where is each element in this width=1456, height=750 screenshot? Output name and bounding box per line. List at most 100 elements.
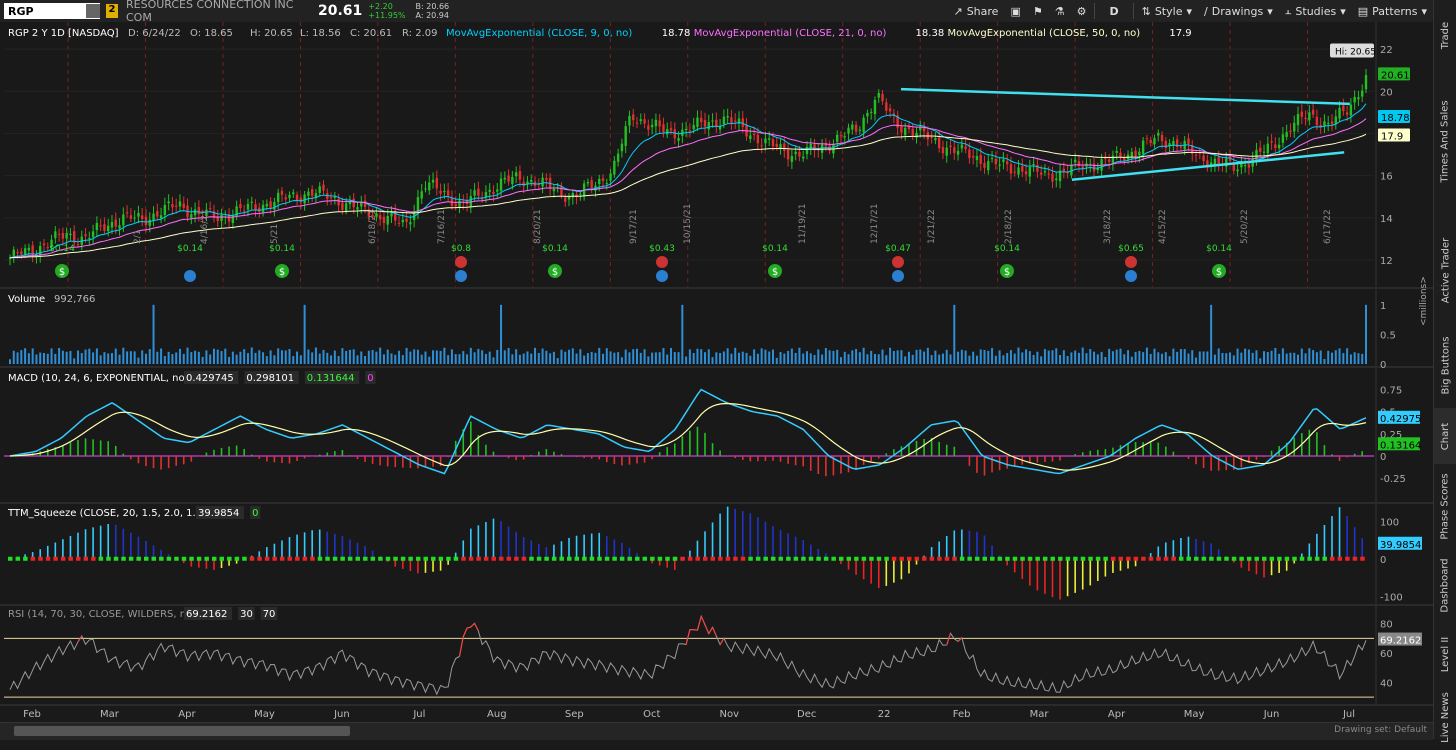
candle-body [353, 199, 355, 207]
period-button[interactable]: D [1097, 5, 1130, 18]
link-badge[interactable]: 2 [106, 4, 118, 18]
sidebar-tab-times-and-sales[interactable]: Times And Sales [1434, 66, 1456, 216]
candle-body [794, 152, 796, 154]
info-icon[interactable] [455, 270, 467, 282]
earnings-icon[interactable] [656, 256, 668, 268]
screenshot-button[interactable]: ▣ [1004, 5, 1026, 18]
volume-bar [1033, 355, 1035, 364]
squeeze-dot [1194, 557, 1199, 561]
studies-button[interactable]: ⫠Studies▾ [1279, 4, 1352, 18]
symbol-dropdown-icon[interactable] [86, 4, 100, 18]
candle-body [507, 176, 509, 182]
info-icon[interactable] [1125, 270, 1137, 282]
style-button[interactable]: ⇅Style▾ [1136, 5, 1198, 18]
price-change: +2.20 [368, 2, 405, 11]
volume-bar [923, 352, 925, 364]
candle-body [1346, 112, 1348, 114]
candle-body [149, 220, 151, 226]
squeeze-value: 39.9854 [198, 508, 239, 519]
sidebar-tab-trade[interactable]: Trade [1434, 4, 1456, 66]
candle-body [677, 138, 679, 141]
volume-bar [1225, 353, 1227, 364]
share-label: Share [967, 5, 999, 18]
patterns-button[interactable]: ▤Patterns▾ [1352, 5, 1433, 18]
volume-bar [183, 354, 185, 364]
dividend-label: $0.14 [177, 244, 203, 254]
squeeze-bar [85, 529, 87, 558]
info-icon[interactable] [656, 270, 668, 282]
candle-body [624, 126, 626, 146]
rsi-tick: 40 [1380, 678, 1393, 689]
flag-icon: ⚑ [1033, 5, 1043, 18]
candle-body [602, 178, 604, 181]
squeeze-bar [138, 537, 140, 559]
volume-bar [662, 348, 664, 364]
volume-bar [651, 353, 653, 364]
volume-bar [69, 351, 71, 364]
candle-body [987, 161, 989, 170]
squeeze-dot [627, 557, 632, 561]
bottom-scrollbar[interactable]: Drawing set: Default [0, 722, 1433, 740]
macd-histogram-bar [848, 456, 850, 472]
candle-body [1010, 164, 1012, 173]
macd-histogram-bar [561, 454, 563, 456]
scrollbar-thumb[interactable] [14, 726, 350, 736]
candle-body [43, 244, 45, 245]
squeeze-dot [1171, 557, 1176, 561]
candle-body [670, 128, 672, 130]
macd-histogram-bar [1120, 445, 1122, 456]
info-icon[interactable] [892, 270, 904, 282]
settings-button[interactable]: ⚙ [1071, 5, 1093, 18]
volume-bar [538, 353, 540, 364]
info-icon[interactable] [184, 270, 196, 282]
flask-button[interactable]: ⚗ [1049, 5, 1071, 18]
squeeze-dot [537, 557, 542, 561]
macd-histogram-bar [243, 449, 245, 456]
sidebar-tab-level-ii[interactable]: Level II [1434, 624, 1456, 684]
drawing-set-status[interactable]: Drawing set: Default [1334, 725, 1427, 735]
candle-body [292, 192, 294, 194]
candle-body [190, 214, 192, 218]
volume-bar [545, 351, 547, 364]
volume-bar [1006, 353, 1008, 364]
squeeze-dot [733, 557, 738, 561]
volume-bar [1240, 353, 1242, 364]
dividend-label: $0.14 [269, 244, 295, 254]
sidebar-tab-phase-scores[interactable]: Phase Scores [1434, 466, 1456, 546]
sidebar-tab-chart[interactable]: Chart [1434, 408, 1456, 464]
earnings-icon[interactable] [1125, 256, 1137, 268]
candle-body [28, 248, 30, 251]
sidebar-tab-active-trader[interactable]: Active Trader [1434, 220, 1456, 320]
squeeze-dot [575, 557, 580, 561]
volume-bar [187, 348, 189, 364]
volume-bar [950, 354, 952, 364]
earnings-icon[interactable] [455, 256, 467, 268]
macd-histogram-bar [266, 456, 268, 461]
drawings-button[interactable]: ∕Drawings▾ [1198, 5, 1279, 18]
squeeze-bar [893, 559, 895, 583]
candle-body [1267, 144, 1269, 154]
volume-bar [984, 350, 986, 364]
squeeze-dot [1149, 557, 1154, 561]
sidebar-tab-dashboard[interactable]: Dashboard [1434, 549, 1456, 621]
study-value: 17.9 [1169, 28, 1191, 39]
volume-bar [715, 352, 717, 364]
squeeze-dot [1209, 557, 1214, 561]
candle-body [768, 138, 770, 139]
squeeze-dot [643, 557, 648, 561]
flag-button[interactable]: ⚑ [1027, 5, 1049, 18]
share-button[interactable]: ↗Share [947, 5, 1004, 18]
squeeze-bar [1074, 559, 1076, 593]
squeeze-dot [1020, 557, 1025, 561]
earnings-icon[interactable] [892, 256, 904, 268]
sidebar-tab-big-buttons[interactable]: Big Buttons [1434, 325, 1456, 405]
squeeze-dot [779, 557, 784, 561]
macd-histogram-bar [1097, 450, 1099, 456]
candle-body [1051, 174, 1053, 182]
volume-bar [1263, 351, 1265, 364]
sidebar-tab-live-news[interactable]: Live News [1434, 684, 1456, 750]
date-label: 2/1 [133, 230, 143, 244]
squeeze-dot [174, 557, 179, 561]
chart-area[interactable]: 121416182022RGP 2 Y 1D [NASDAQ]D: 6/24/2… [0, 22, 1433, 722]
volume-bar [972, 352, 974, 364]
